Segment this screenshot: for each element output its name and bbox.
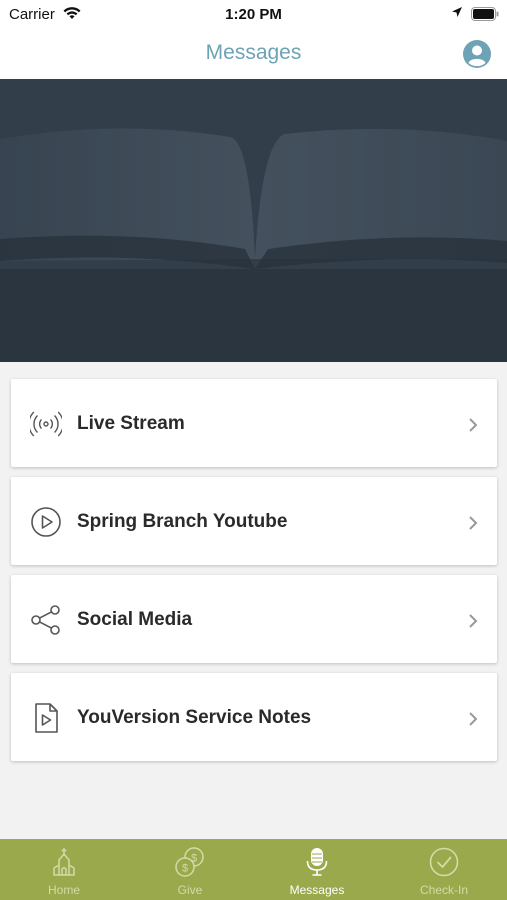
check-circle-icon xyxy=(429,847,459,877)
share-icon xyxy=(31,605,60,635)
tab-home[interactable]: Home xyxy=(1,839,127,900)
open-book-illustration xyxy=(0,79,507,362)
profile-icon[interactable] xyxy=(462,39,492,69)
broadcast-icon xyxy=(30,411,62,437)
menu-item-label: Live Stream xyxy=(77,413,185,434)
page-title: Messages xyxy=(205,41,302,64)
church-icon xyxy=(53,848,75,876)
coins-icon: $ $ xyxy=(175,847,204,877)
menu-item-label: Spring Branch Youtube xyxy=(77,511,288,532)
menu-item-youversion-service-notes[interactable]: YouVersion Service Notes xyxy=(11,673,497,761)
navigation-bar: Messages xyxy=(0,28,507,79)
location-arrow-icon xyxy=(452,7,462,17)
svg-text:$: $ xyxy=(182,863,188,875)
hero-image xyxy=(0,79,507,362)
menu-item-label: YouVersion Service Notes xyxy=(77,707,312,728)
tab-check-in[interactable]: Check-In xyxy=(381,839,507,900)
chevron-right-icon xyxy=(469,418,478,432)
menu-item-spring-branch-youtube[interactable]: Spring Branch Youtube xyxy=(11,477,497,565)
status-bar: Carrier 1:20 PM xyxy=(0,0,507,28)
tab-label: Check-In xyxy=(419,883,469,897)
chevron-right-icon xyxy=(469,614,478,628)
clock: 1:20 PM xyxy=(225,6,282,23)
menu-item-social-media[interactable]: Social Media xyxy=(11,575,497,663)
menu-item-live-stream[interactable]: Live Stream xyxy=(11,379,497,467)
chevron-right-icon xyxy=(469,712,478,726)
chevron-right-icon xyxy=(469,516,478,530)
tab-give[interactable]: $ $ Give xyxy=(127,839,253,900)
tab-messages[interactable]: Messages xyxy=(254,839,380,900)
tab-label: Home xyxy=(47,883,80,897)
play-circle-icon xyxy=(31,507,61,537)
tab-bar: Home $ $ Give Messages Check-In xyxy=(0,839,507,900)
document-play-icon xyxy=(35,703,58,733)
microphone-icon xyxy=(306,848,328,876)
tab-label: Give xyxy=(177,883,203,897)
battery-icon xyxy=(471,7,499,21)
menu-item-label: Social Media xyxy=(77,609,193,630)
tab-label: Messages xyxy=(289,883,345,897)
